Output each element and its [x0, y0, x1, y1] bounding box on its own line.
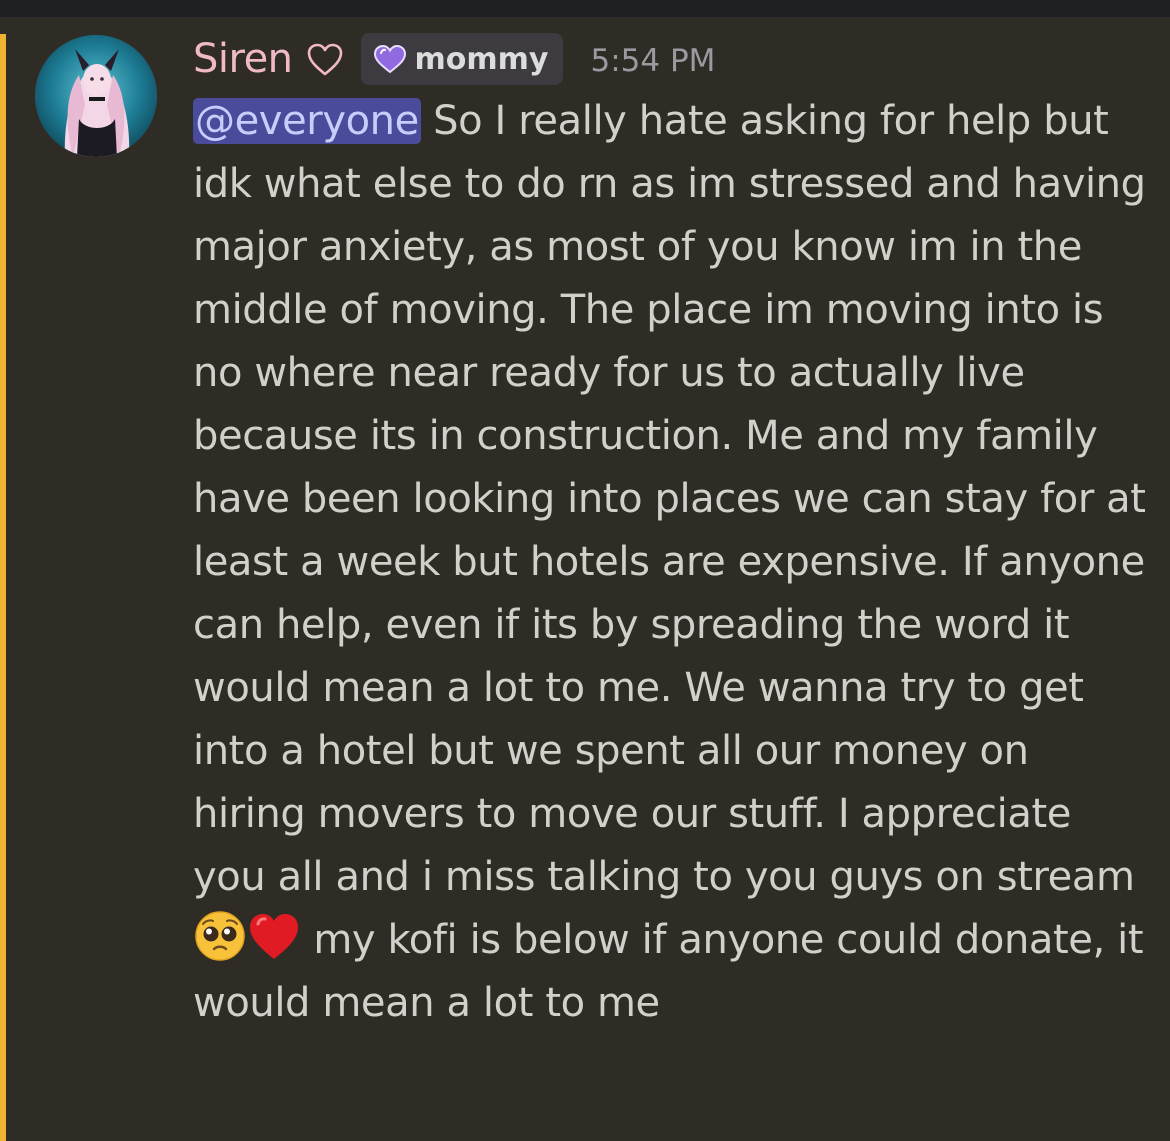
everyone-mention[interactable]: @everyone	[193, 98, 421, 144]
mention-highlight-stripe	[0, 34, 6, 1141]
message-text-part-1: So I really hate asking for help but idk…	[193, 98, 1146, 900]
message-text-part-2: my kofi is below if anyone could donate,…	[193, 917, 1144, 1026]
username[interactable]: Siren	[193, 36, 293, 82]
avatar[interactable]	[35, 35, 157, 157]
timestamp[interactable]: 5:54 PM	[590, 43, 715, 79]
pleading-face-emoji	[193, 909, 247, 963]
chat-message[interactable]: Siren mommy 5:54 PM @everyone So I reall…	[0, 17, 1170, 1141]
role-tag[interactable]: mommy	[360, 33, 564, 85]
top-bar	[0, 0, 1170, 17]
red-heart-emoji	[247, 909, 301, 963]
heart-outline-icon	[305, 40, 345, 80]
avatar-image	[35, 35, 157, 157]
message-header: Siren mommy 5:54 PM	[193, 31, 715, 87]
role-label: mommy	[414, 41, 549, 77]
message-content: @everyone So I really hate asking for he…	[193, 90, 1153, 1035]
purple-heart-icon	[373, 44, 406, 74]
